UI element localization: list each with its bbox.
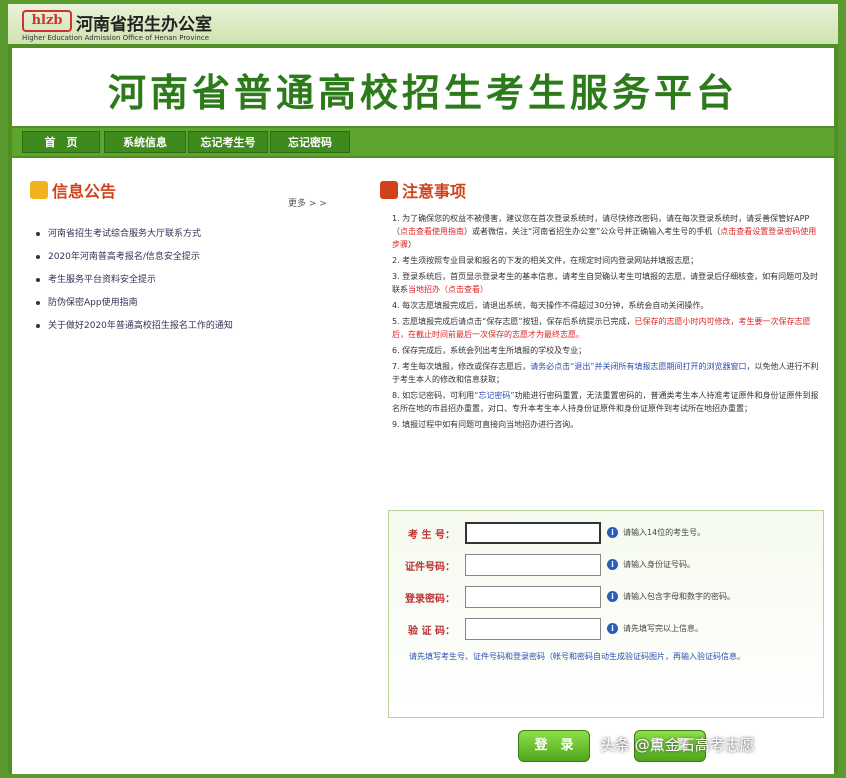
news-item[interactable]: 河南省招生考试综合服务大厅联系方式 [36,222,356,245]
news-list: 河南省招生考试综合服务大厅联系方式 2020年河南普高考报名/信息安全提示 考生… [36,222,356,337]
login-button[interactable]: 登 录 [518,730,590,762]
notice-item: 7. 考生每次填报，修改或保存志愿后，请务必点击“退出”并关闭所有填报志愿期间打… [392,362,819,384]
nav-system-info[interactable]: 系统信息 [104,131,186,153]
guide-link[interactable]: 点击查看使用指南 [400,227,464,236]
bullet-icon [36,254,40,259]
notice-item: 9. 填报过程中如有问题可直接向当地招办进行咨询。 [392,420,579,429]
news-title: 信息公告 [52,182,117,201]
info-icon: i [607,559,618,570]
local-office-link[interactable]: 当地招办（点击查看） [408,285,488,294]
org-name-en: Higher Education Admission Office of Hen… [22,34,210,42]
page-frame: hlzb 河南省招生办公室 Higher Education Admission… [8,4,838,774]
nav-home[interactable]: 首 页 [22,131,100,153]
org-logo: hlzb [22,10,72,32]
announcement-icon [30,181,48,199]
platform-title: 河南省普通高校招生考生服务平台 [107,70,738,115]
news-item[interactable]: 关于做好2020年普通高校招生报名工作的通知 [36,314,356,337]
main-content: 信息公告 更多 > > 河南省招生考试综合服务大厅联系方式 2020年河南普高考… [12,158,834,774]
info-icon: i [607,623,618,634]
id-number-input[interactable] [465,554,601,576]
org-name: 河南省招生办公室 [76,15,212,35]
notice-item: 8. 如忘记密码，可利用“忘记密码”功能进行密码重置，无法重置密码的，普通类考生… [392,391,819,413]
main-nav: 首 页 系统信息 忘记考生号 忘记密码 [12,128,834,156]
forgot-password-link[interactable]: “忘记密码” [474,391,514,400]
news-item[interactable]: 防伪保密App使用指南 [36,291,356,314]
bullet-icon [36,323,40,328]
notice-item: 3. 登录系统后，首页显示登录考生的基本信息，请考生自觉确认考生可填报的志愿，请… [392,272,819,294]
notice-item: 4. 每次志愿填报完成后，请退出系统，每天操作不得超过30分钟，系统会自动关闭操… [392,301,709,310]
news-item[interactable]: 考生服务平台资料安全提示 [36,268,356,291]
nav-forgot-password[interactable]: 忘记密码 [270,131,350,153]
captcha-row: 验 证 码： i 请先填写完以上信息。 [389,617,825,643]
notice-item: 6. 保存完成后，系统会列出考生所填报的学校及专业； [392,346,587,355]
more-link[interactable]: 更多 > > [288,196,327,209]
password-row: 登录密码： i 请输入包含字母和数字的密码。 [389,585,825,611]
notice-item: 5. 志愿填报完成后请点击“保存志愿”按钮，保存后系统提示已完成，已保存的志愿小… [392,317,811,339]
login-form: 考 生 号： i 请输入14位的考生号。 证件号码： i 请输入身份证号码。 登… [388,510,824,718]
notice-icon [380,181,398,199]
notice-list: 1. 为了确保您的权益不被侵害，建议您在首次登录系统时，请尽快修改密码，请在每次… [392,212,822,434]
news-item[interactable]: 2020年河南普高考报名/信息安全提示 [36,245,356,268]
notice-item: 1. 为了确保您的权益不被侵害，建议您在首次登录系统时，请尽快修改密码，请在每次… [392,214,817,249]
info-icon: i [607,527,618,538]
news-header: 信息公告 [30,178,116,202]
bullet-icon [36,300,40,305]
exam-number-row: 考 生 号： i 请输入14位的考生号。 [389,521,825,547]
info-icon: i [607,591,618,602]
notice-item: 2. 考生须按照专业目录和报名的下发的相关文件，在规定时间内登录网站并填报志愿； [392,256,699,265]
password-input[interactable] [465,586,601,608]
login-note: 请先填写考生号、证件号码和登录密码（帐号和密码自动生成验证码图片，再输入验证码信… [409,652,745,661]
bullet-icon [36,231,40,236]
bullet-icon [36,277,40,282]
id-number-row: 证件号码： i 请输入身份证号码。 [389,553,825,579]
top-header: hlzb 河南省招生办公室 Higher Education Admission… [8,4,838,44]
nav-forgot-exam-no[interactable]: 忘记考生号 [188,131,268,153]
captcha-input[interactable] [465,618,601,640]
notice-title: 注意事项 [402,182,467,201]
watermark: 头条 @点金石高考志愿 [600,736,755,754]
banner: 河南省普通高校招生考生服务平台 [12,48,834,126]
notice-header: 注意事项 [380,178,466,202]
exam-number-input[interactable] [465,522,601,544]
